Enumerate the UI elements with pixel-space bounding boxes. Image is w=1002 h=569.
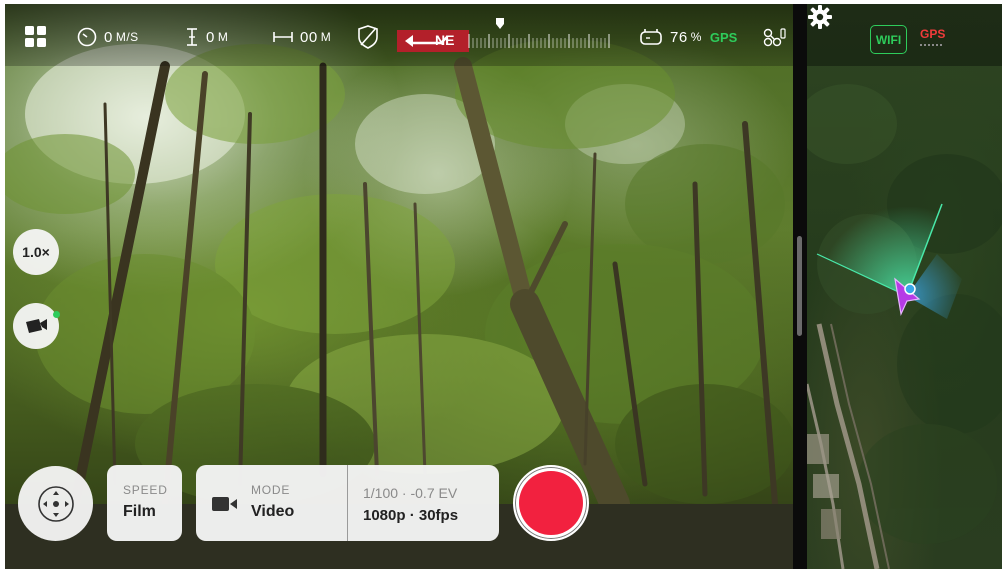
compass-heading-label: NE <box>435 32 455 48</box>
altitude-readout: 0 M <box>185 24 228 50</box>
camera-switch-button[interactable] <box>13 303 60 349</box>
controller-battery: 76 <box>670 28 688 46</box>
grid-icon <box>25 26 46 47</box>
split-handle[interactable] <box>797 236 802 336</box>
speed-label: SPEED <box>123 483 168 497</box>
mode-label: MODE <box>251 483 291 497</box>
speed-unit: M/S <box>115 30 139 44</box>
wifi-badge: WIFI <box>870 25 907 54</box>
exposure-settings[interactable]: 1/100 · -0.7 EV 1080p · 30fps <box>348 465 499 541</box>
wifi-label: WIFI <box>875 32 902 47</box>
distance-readout: 00 M <box>273 24 331 50</box>
map-status-bar: WIFI GPS <box>807 4 1002 66</box>
camera-switch-icon <box>26 319 47 333</box>
distance-icon <box>273 32 293 42</box>
camera-status-dot <box>53 311 60 318</box>
record-button[interactable] <box>513 465 589 541</box>
gps-badge: GPS <box>920 27 946 41</box>
drone-camera-app: 0 M/S 0 M 00 M NE 76 % GPS 1.0× SPEED Fi… <box>5 4 1002 569</box>
joystick-button[interactable] <box>18 466 93 541</box>
mode-selector[interactable]: MODE Video <box>196 465 347 541</box>
satellite-map <box>807 84 1002 569</box>
altitude-unit: M <box>217 30 229 44</box>
map-view[interactable]: WIFI GPS <box>807 4 1002 569</box>
status-bar: 0 M/S 0 M 00 M NE 76 % GPS <box>5 4 825 66</box>
heading-marker-icon <box>496 18 504 29</box>
speedometer-icon <box>77 27 97 47</box>
speed-readout: 0 M/S <box>77 24 139 50</box>
controller-battery-unit: % <box>690 30 702 44</box>
distance-value: 00 <box>300 28 318 46</box>
zoom-label: 1.0× <box>22 244 50 260</box>
video-camera-icon <box>212 497 237 511</box>
controller-status: 76 % GPS <box>639 24 737 50</box>
joystick-icon <box>37 485 74 522</box>
mode-value: Video <box>251 503 295 520</box>
controller-gps-label: GPS <box>709 29 738 45</box>
controller-icon <box>640 29 662 45</box>
speed-value: 0 <box>104 28 113 46</box>
speed-selector[interactable]: SPEED Film <box>107 465 182 541</box>
menu-button[interactable] <box>25 24 54 50</box>
resolution-framerate: 1080p · 30fps <box>363 507 459 524</box>
gear-icon[interactable] <box>807 4 833 30</box>
drone-icon <box>763 28 786 47</box>
shield-icon <box>358 25 378 49</box>
mode-exposure-panel: MODE Video 1/100 · -0.7 EV 1080p · 30fps <box>196 465 499 541</box>
record-button-inner <box>519 471 583 535</box>
obstacle-avoidance-button[interactable] <box>357 24 386 50</box>
altitude-icon <box>187 28 197 46</box>
zoom-button[interactable]: 1.0× <box>13 229 59 275</box>
exposure-value: 1/100 · -0.7 EV <box>363 485 458 501</box>
split-divider <box>793 4 807 569</box>
compass-strip: NE <box>397 18 613 54</box>
speed-value: Film <box>123 503 156 520</box>
distance-unit: M <box>320 30 332 44</box>
altitude-value: 0 <box>206 28 215 46</box>
gps-signal-bars <box>920 44 942 47</box>
